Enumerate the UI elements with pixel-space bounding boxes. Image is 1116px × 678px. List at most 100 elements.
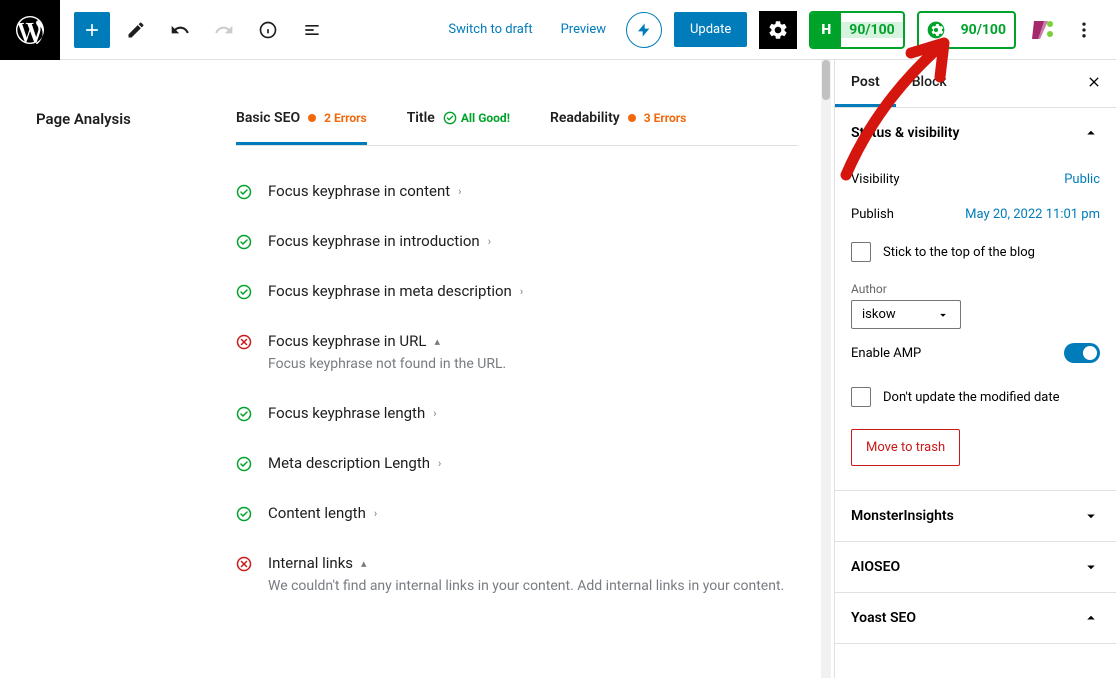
edit-button[interactable] bbox=[118, 12, 154, 48]
check-circle-icon bbox=[236, 234, 252, 250]
plus-icon bbox=[82, 20, 102, 40]
editor-topbar: Switch to draft Preview Update H 90/100 … bbox=[0, 0, 1116, 60]
panel-yoast-header[interactable]: Yoast SEO bbox=[835, 593, 1116, 643]
tab-status-text: 3 Errors bbox=[644, 111, 687, 125]
preview-button[interactable]: Preview bbox=[553, 14, 614, 45]
chevron-right-icon: › bbox=[520, 285, 523, 298]
close-sidebar-button[interactable] bbox=[1082, 70, 1106, 94]
check-item[interactable]: Internal links▴We couldn't find any inte… bbox=[236, 538, 798, 610]
aioseo-score-value: 90/100 bbox=[953, 22, 1014, 38]
editor-main: Page Analysis Basic SEO2 ErrorsTitleAll … bbox=[0, 60, 834, 678]
author-label: Author bbox=[851, 282, 1100, 296]
tab-label: Readability bbox=[550, 110, 620, 126]
check-item[interactable]: Focus keyphrase in introduction › bbox=[236, 216, 798, 266]
seo-tabs: Basic SEO2 Errors Title All Good! Readabili… bbox=[236, 110, 798, 146]
wordpress-logo[interactable] bbox=[0, 0, 60, 60]
sidebar-tab-block[interactable]: Block bbox=[896, 60, 963, 107]
chevron-right-icon: › bbox=[458, 185, 461, 198]
error-circle-icon bbox=[236, 556, 252, 572]
chevron-down-icon bbox=[936, 308, 950, 322]
wordpress-icon bbox=[16, 16, 44, 44]
chevron-down-icon bbox=[1082, 558, 1100, 576]
seo-tab-readability[interactable]: Readability 3 Errors bbox=[550, 110, 686, 145]
check-circle-icon bbox=[443, 111, 457, 125]
bolt-icon bbox=[636, 22, 652, 38]
status-dot-icon bbox=[628, 114, 636, 122]
undo-button[interactable] bbox=[162, 12, 198, 48]
seo-checks-list: Focus keyphrase in content›Focus keyphra… bbox=[236, 146, 798, 610]
info-icon bbox=[258, 20, 278, 40]
outline-button[interactable] bbox=[294, 12, 330, 48]
amp-validation-button[interactable] bbox=[626, 12, 662, 48]
headline-h-icon: H bbox=[811, 13, 841, 47]
list-icon bbox=[302, 20, 322, 40]
check-circle-icon bbox=[236, 184, 252, 200]
redo-icon bbox=[214, 20, 234, 40]
main-scrollbar[interactable] bbox=[821, 60, 831, 678]
stick-to-top-label: Stick to the top of the blog bbox=[883, 245, 1035, 260]
check-circle-icon bbox=[236, 284, 252, 300]
check-title-text: Focus keyphrase in meta description bbox=[268, 282, 512, 300]
yoast-icon bbox=[1028, 17, 1054, 43]
aioseo-gear-icon bbox=[919, 13, 953, 47]
headline-score-badge[interactable]: H 90/100 bbox=[809, 11, 904, 49]
author-value: iskow bbox=[862, 307, 896, 322]
info-button[interactable] bbox=[250, 12, 286, 48]
chevron-up-icon: ▴ bbox=[434, 335, 440, 348]
chevron-right-icon: › bbox=[433, 407, 436, 420]
check-description: We couldn't find any internal links in y… bbox=[268, 578, 798, 594]
check-item[interactable]: Focus keyphrase in meta description › bbox=[236, 266, 798, 316]
move-to-trash-button[interactable]: Move to trash bbox=[851, 429, 960, 466]
tab-label: Title bbox=[407, 110, 435, 126]
sidebar-tab-post[interactable]: Post bbox=[835, 60, 896, 107]
check-item[interactable]: Focus keyphrase in URL▴Focus keyphrase n… bbox=[236, 316, 798, 388]
headline-score-value: 90/100 bbox=[841, 22, 902, 38]
redo-button bbox=[206, 12, 242, 48]
gear-icon bbox=[767, 19, 789, 41]
panel-monsterinsights: MonsterInsights bbox=[835, 491, 1116, 542]
chevron-right-icon: › bbox=[438, 457, 441, 470]
add-block-button[interactable] bbox=[74, 12, 110, 48]
seo-tab-basic-seo[interactable]: Basic SEO2 Errors bbox=[236, 110, 367, 145]
check-circle-icon bbox=[236, 456, 252, 472]
check-title-text: Meta description Length bbox=[268, 454, 430, 472]
panel-status-header[interactable]: Status & visibility bbox=[835, 108, 1116, 158]
update-button[interactable]: Update bbox=[674, 12, 747, 47]
author-select[interactable]: iskow bbox=[851, 300, 961, 329]
check-title-text: Focus keyphrase in introduction bbox=[268, 232, 480, 250]
chevron-right-icon: › bbox=[488, 235, 491, 248]
dots-vertical-icon bbox=[1074, 20, 1094, 40]
panel-yoast-title: Yoast SEO bbox=[851, 610, 916, 626]
visibility-value[interactable]: Public bbox=[1064, 172, 1100, 187]
publish-value[interactable]: May 20, 2022 11:01 pm bbox=[965, 207, 1100, 222]
yoast-button[interactable] bbox=[1028, 17, 1054, 43]
check-title-text: Focus keyphrase in content bbox=[268, 182, 450, 200]
chevron-up-icon bbox=[1082, 124, 1100, 142]
publish-label: Publish bbox=[851, 207, 894, 222]
enable-amp-label: Enable AMP bbox=[851, 346, 921, 361]
settings-button[interactable] bbox=[759, 11, 797, 49]
switch-to-draft-button[interactable]: Switch to draft bbox=[440, 14, 540, 45]
visibility-label: Visibility bbox=[851, 172, 900, 187]
tab-status-text: All Good! bbox=[443, 111, 510, 125]
sidebar-tabs: Post Block bbox=[835, 60, 1116, 108]
more-options-button[interactable] bbox=[1066, 12, 1102, 48]
panel-aioseo-header[interactable]: AIOSEO bbox=[835, 542, 1116, 592]
stick-to-top-checkbox[interactable] bbox=[851, 242, 871, 262]
seo-tab-title[interactable]: Title All Good! bbox=[407, 110, 510, 145]
check-title-text: Focus keyphrase in URL bbox=[268, 332, 426, 350]
status-dot-icon bbox=[308, 114, 316, 122]
error-circle-icon bbox=[236, 334, 252, 350]
aioseo-score-badge[interactable]: 90/100 bbox=[917, 11, 1016, 49]
dont-update-modified-checkbox[interactable] bbox=[851, 387, 871, 407]
tab-status-text: 2 Errors bbox=[324, 111, 367, 125]
check-title-text: Focus keyphrase length bbox=[268, 404, 425, 422]
check-item[interactable]: Focus keyphrase length › bbox=[236, 388, 798, 438]
panel-monster-header[interactable]: MonsterInsights bbox=[835, 491, 1116, 541]
check-item[interactable]: Focus keyphrase in content › bbox=[236, 166, 798, 216]
panel-status-visibility: Status & visibility Visibility Public Pu… bbox=[835, 108, 1116, 491]
check-item[interactable]: Content length› bbox=[236, 488, 798, 538]
chevron-down-icon bbox=[1082, 507, 1100, 525]
check-item[interactable]: Meta description Length › bbox=[236, 438, 798, 488]
enable-amp-toggle[interactable] bbox=[1064, 343, 1100, 363]
